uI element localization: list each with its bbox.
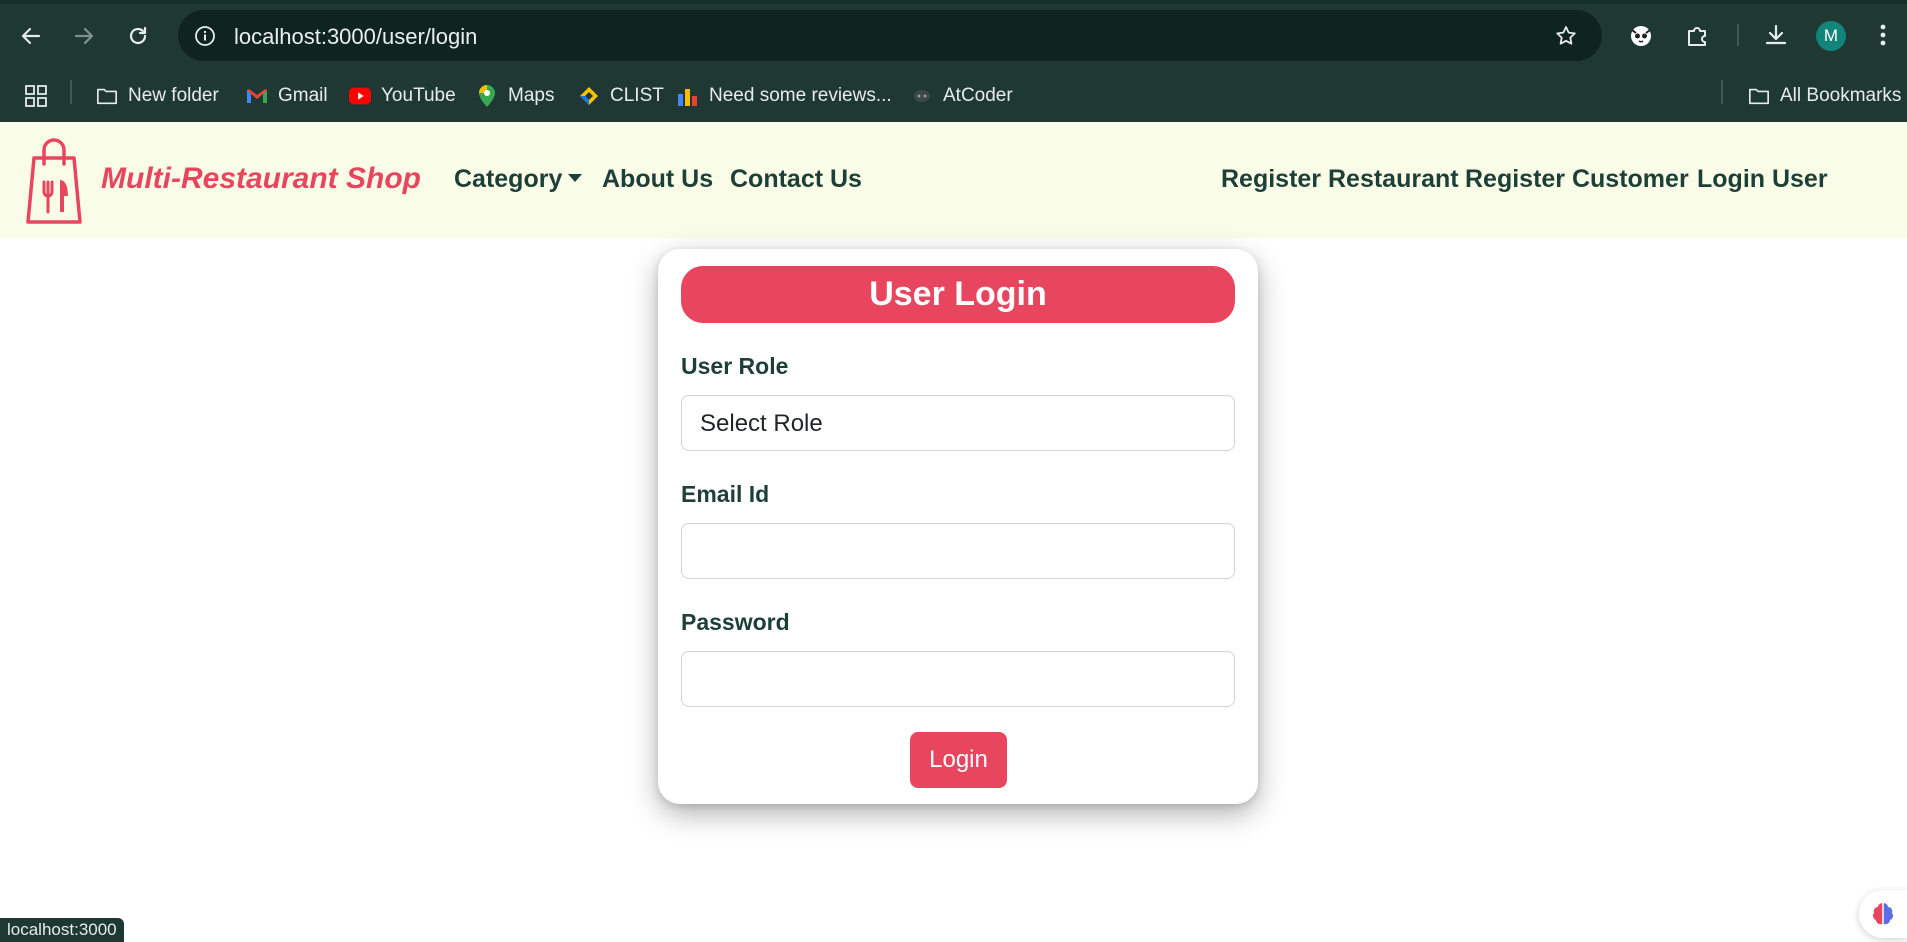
caret-down-icon xyxy=(568,174,583,183)
folder-icon xyxy=(96,85,118,107)
bookmark-gmail[interactable]: Gmail xyxy=(246,80,328,112)
nav-about-us[interactable]: About Us xyxy=(602,165,713,194)
atcoder-icon xyxy=(911,85,933,107)
bookmark-label: Maps xyxy=(508,85,555,106)
profile-avatar[interactable]: M xyxy=(1816,21,1846,51)
reload-icon[interactable] xyxy=(120,18,156,54)
user-role-select[interactable]: Select Role xyxy=(681,395,1235,451)
password-field[interactable] xyxy=(681,651,1235,707)
login-card-title: User Login xyxy=(681,266,1235,323)
email-label: Email Id xyxy=(681,481,770,507)
login-card: User Login User Role Select Role Email I… xyxy=(658,249,1258,804)
bookmark-reviews[interactable]: Need some reviews... xyxy=(677,80,892,112)
menu-kebab-icon[interactable] xyxy=(1866,18,1900,52)
folder-icon xyxy=(1748,85,1770,107)
url-text[interactable]: localhost:3000/user/login xyxy=(234,24,477,50)
all-bookmarks-label: All Bookmarks xyxy=(1780,85,1902,106)
bookmark-label: New folder xyxy=(128,85,219,106)
extensions-puzzle-icon[interactable] xyxy=(1680,18,1714,52)
bookmark-label: Gmail xyxy=(278,85,328,106)
youtube-icon xyxy=(349,85,371,107)
bar-chart-icon xyxy=(677,85,699,107)
bookmarks-divider xyxy=(1721,80,1723,104)
bookmark-atcoder[interactable]: AtCoder xyxy=(911,80,1013,112)
site-info-icon[interactable] xyxy=(192,23,218,49)
login-button[interactable]: Login xyxy=(910,732,1007,788)
brand-name[interactable]: Multi-Restaurant Shop xyxy=(101,162,421,196)
maps-icon xyxy=(476,85,498,107)
user-role-selected-value: Select Role xyxy=(700,410,823,437)
tab-strip xyxy=(0,0,1907,4)
address-bar[interactable]: localhost:3000/user/login xyxy=(178,10,1602,61)
bookmark-label: AtCoder xyxy=(943,85,1013,106)
bookmark-star-icon[interactable] xyxy=(1552,22,1580,50)
bookmark-label: Need some reviews... xyxy=(709,85,892,106)
bookmark-label: YouTube xyxy=(381,85,456,106)
nav-login-user[interactable]: Login User xyxy=(1697,165,1828,194)
email-field[interactable] xyxy=(681,523,1235,579)
back-icon[interactable] xyxy=(13,18,49,54)
nav-register-customer[interactable]: Register Customer xyxy=(1465,165,1689,194)
gmail-icon xyxy=(246,85,268,107)
apps-grid-icon[interactable] xyxy=(24,80,48,112)
nav-register-restaurant[interactable]: Register Restaurant xyxy=(1221,165,1459,194)
nav-contact-us[interactable]: Contact Us xyxy=(730,165,862,194)
bookmarks-divider xyxy=(70,80,72,104)
toolbar-divider xyxy=(1737,24,1739,46)
site-navbar: Multi-Restaurant Shop Category About Us … xyxy=(0,122,1907,238)
shop-bag-logo-icon[interactable] xyxy=(20,134,88,226)
status-bar-url: localhost:3000 xyxy=(0,918,124,942)
nav-category-label: Category xyxy=(454,165,563,193)
clist-icon xyxy=(578,85,600,107)
bookmark-new-folder[interactable]: New folder xyxy=(96,80,219,112)
bookmark-youtube[interactable]: YouTube xyxy=(349,80,456,112)
password-label: Password xyxy=(681,609,790,635)
extension-cat-icon[interactable] xyxy=(1624,18,1658,52)
forward-icon[interactable] xyxy=(66,18,102,54)
browser-toolbar: localhost:3000/user/login M xyxy=(0,0,1907,70)
download-icon[interactable] xyxy=(1759,18,1793,52)
all-bookmarks[interactable]: All Bookmarks xyxy=(1748,80,1901,112)
bookmarks-bar: New folder Gmail YouTube Maps CLIST Need… xyxy=(0,70,1907,122)
bookmark-label: CLIST xyxy=(610,85,664,106)
bookmark-maps[interactable]: Maps xyxy=(476,80,554,112)
user-role-label: User Role xyxy=(681,353,789,379)
bookmark-clist[interactable]: CLIST xyxy=(578,80,664,112)
brain-extension-icon[interactable] xyxy=(1859,890,1907,938)
nav-category-dropdown[interactable]: Category xyxy=(454,165,583,194)
